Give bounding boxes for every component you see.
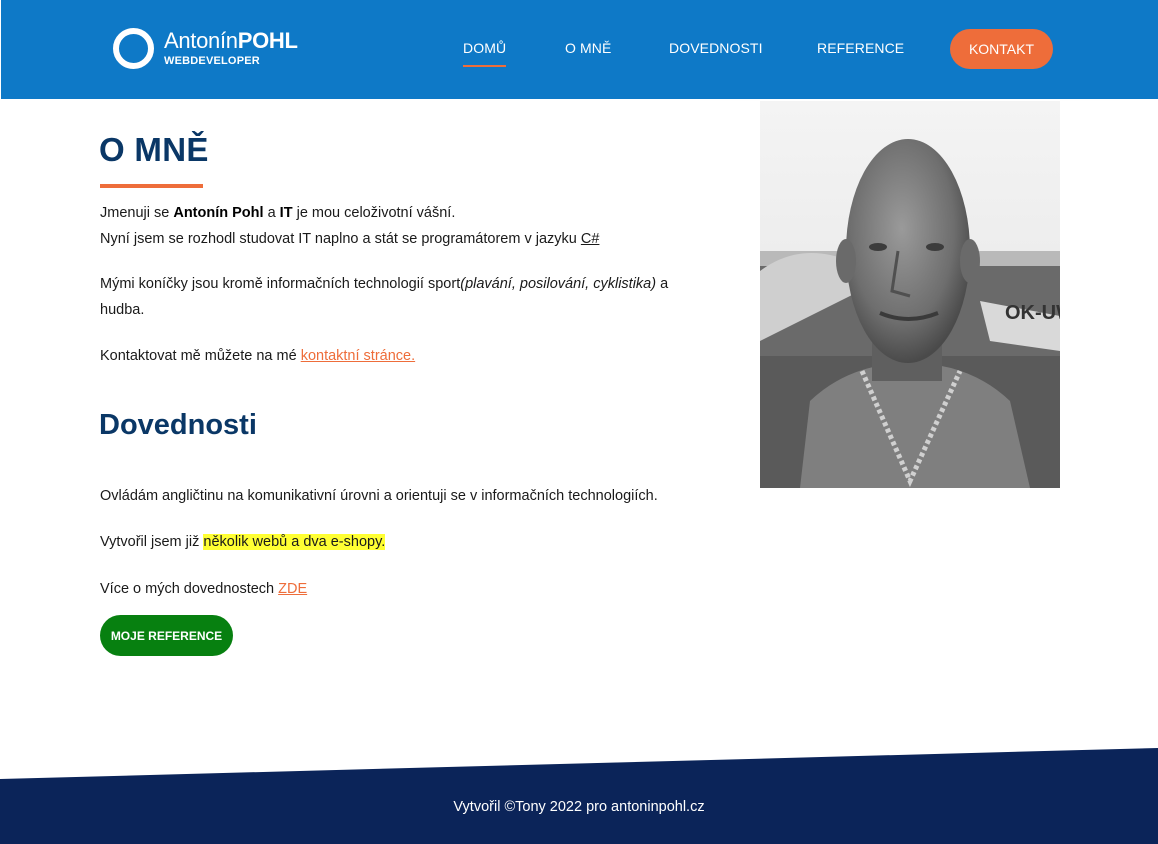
portrait-image: OK-UW [760,101,1060,488]
nav-item-dovednosti[interactable]: DOVEDNOSTI [669,40,763,56]
skills-title: Dovednosti [99,409,257,441]
nav-item-reference[interactable]: REFERENCE [817,40,904,56]
footer-background [0,748,1158,844]
contact-page-link[interactable]: kontaktní stránce. [301,348,415,364]
skills-webs: Vytvořil jsem již několik webů a dva e-s… [100,534,386,550]
skills-zde-link[interactable]: ZDE [278,581,307,597]
nav-item-o-mne[interactable]: O MNĚ [565,40,611,56]
profile-photo: OK-UW [760,101,1060,488]
about-intro: Jmenuji se Antonín Pohl a IT je mou celo… [100,205,600,247]
about-title: O MNĚ [99,131,209,168]
site-footer: Vytvořil ©Tony 2022 pro antoninpohl.cz [0,748,1158,844]
moje-reference-button[interactable]: MOJE REFERENCE [100,615,233,656]
title-underline [100,184,203,188]
skills-more: Více o mých dovednostech ZDE [100,581,308,597]
nav-item-domu[interactable]: DOMŮ [463,40,507,67]
kontakt-button[interactable]: KONTAKT [950,29,1053,69]
skills-english: Ovládám angličtinu na komunikativní úrov… [100,488,658,504]
footer-copyright: Vytvořil ©Tony 2022 pro antoninpohl.cz [453,799,705,815]
about-contact: Kontaktovat mě můžete na mé kontaktní st… [100,348,416,364]
csharp-link[interactable]: C# [581,231,600,247]
about-hobbies: Mými koníčky jsou kromě informačních tec… [100,276,669,318]
svg-text:OK-UW: OK-UW [1005,302,1060,324]
site-header: AntonínPOHL WEBDEVELOPER DOMŮ O MNĚ DOVE… [1,0,1158,99]
highlighted-text: několik webů a dva e-shopy. [203,534,386,550]
